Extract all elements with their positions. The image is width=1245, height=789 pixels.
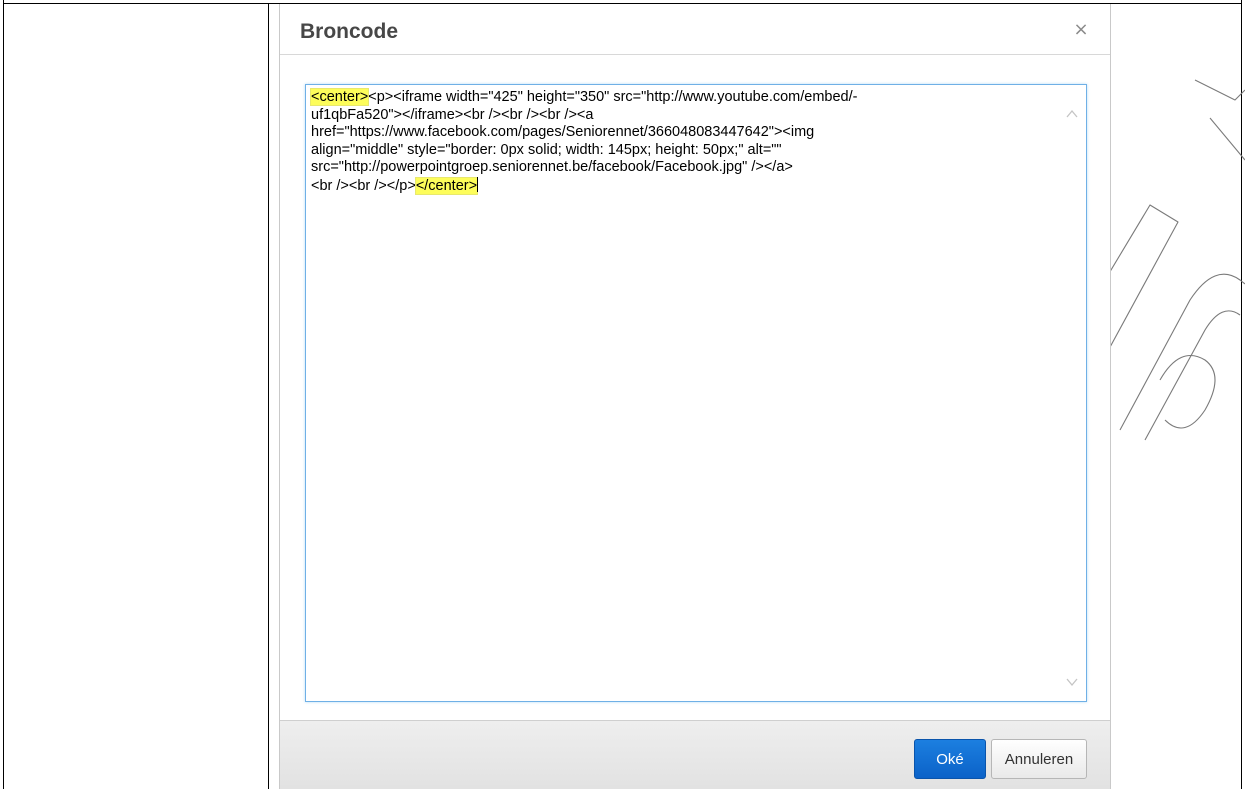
- dialog-body: <center><p><iframe width="425" height="3…: [280, 55, 1110, 720]
- chevron-down-icon[interactable]: [1065, 675, 1079, 689]
- source-line-text: src="http://powerpointgroep.seniorennet.…: [311, 159, 793, 175]
- source-line-text: align="middle" style="border: 0px solid;…: [311, 141, 782, 158]
- source-line-text: href="https://www.facebook.com/pages/Sen…: [311, 124, 815, 140]
- page-frame-right: [1241, 0, 1242, 789]
- source-code-textarea[interactable]: <center><p><iframe width="425" height="3…: [305, 84, 1087, 702]
- dialog-footer: Oké Annuleren: [280, 720, 1110, 789]
- cancel-button[interactable]: Annuleren: [991, 739, 1087, 779]
- text-caret: [477, 176, 479, 192]
- highlighted-tag: </center>: [415, 177, 478, 194]
- source-line: src="http://powerpointgroep.seniorennet.…: [311, 159, 1031, 177]
- dialog-header: Broncode ×: [280, 4, 1110, 55]
- ok-button[interactable]: Oké: [914, 739, 986, 779]
- source-line: align="middle" style="border: 0px solid;…: [311, 142, 1031, 160]
- screenshot-stage: Broncode × <center><p><iframe width="425…: [0, 0, 1245, 789]
- page-frame-left: [3, 0, 4, 789]
- column-divider: [268, 3, 269, 789]
- source-code-dialog: Broncode × <center><p><iframe width="425…: [279, 4, 1111, 789]
- close-icon: ×: [1073, 19, 1089, 40]
- chevron-up-icon[interactable]: [1065, 107, 1079, 121]
- source-line-text: <br /><br /></p>: [311, 177, 416, 194]
- source-line-text: <p><iframe width="425" height="350" src=…: [368, 89, 858, 105]
- source-line: <br /><br /></p></center>: [311, 176, 1031, 196]
- close-button[interactable]: ×: [1072, 21, 1090, 39]
- source-line: uf1qbFa520"></iframe><br /><br /><br /><…: [311, 107, 1031, 125]
- source-code-text: <center><p><iframe width="425" height="3…: [311, 85, 1031, 195]
- source-line: href="https://www.facebook.com/pages/Sen…: [311, 124, 1031, 142]
- dialog-title: Broncode: [300, 20, 399, 43]
- source-line: <center><p><iframe width="425" height="3…: [311, 89, 1031, 107]
- source-line-text: uf1qbFa520"></iframe><br /><br /><br /><…: [311, 106, 594, 123]
- highlighted-tag: <center>: [311, 89, 369, 105]
